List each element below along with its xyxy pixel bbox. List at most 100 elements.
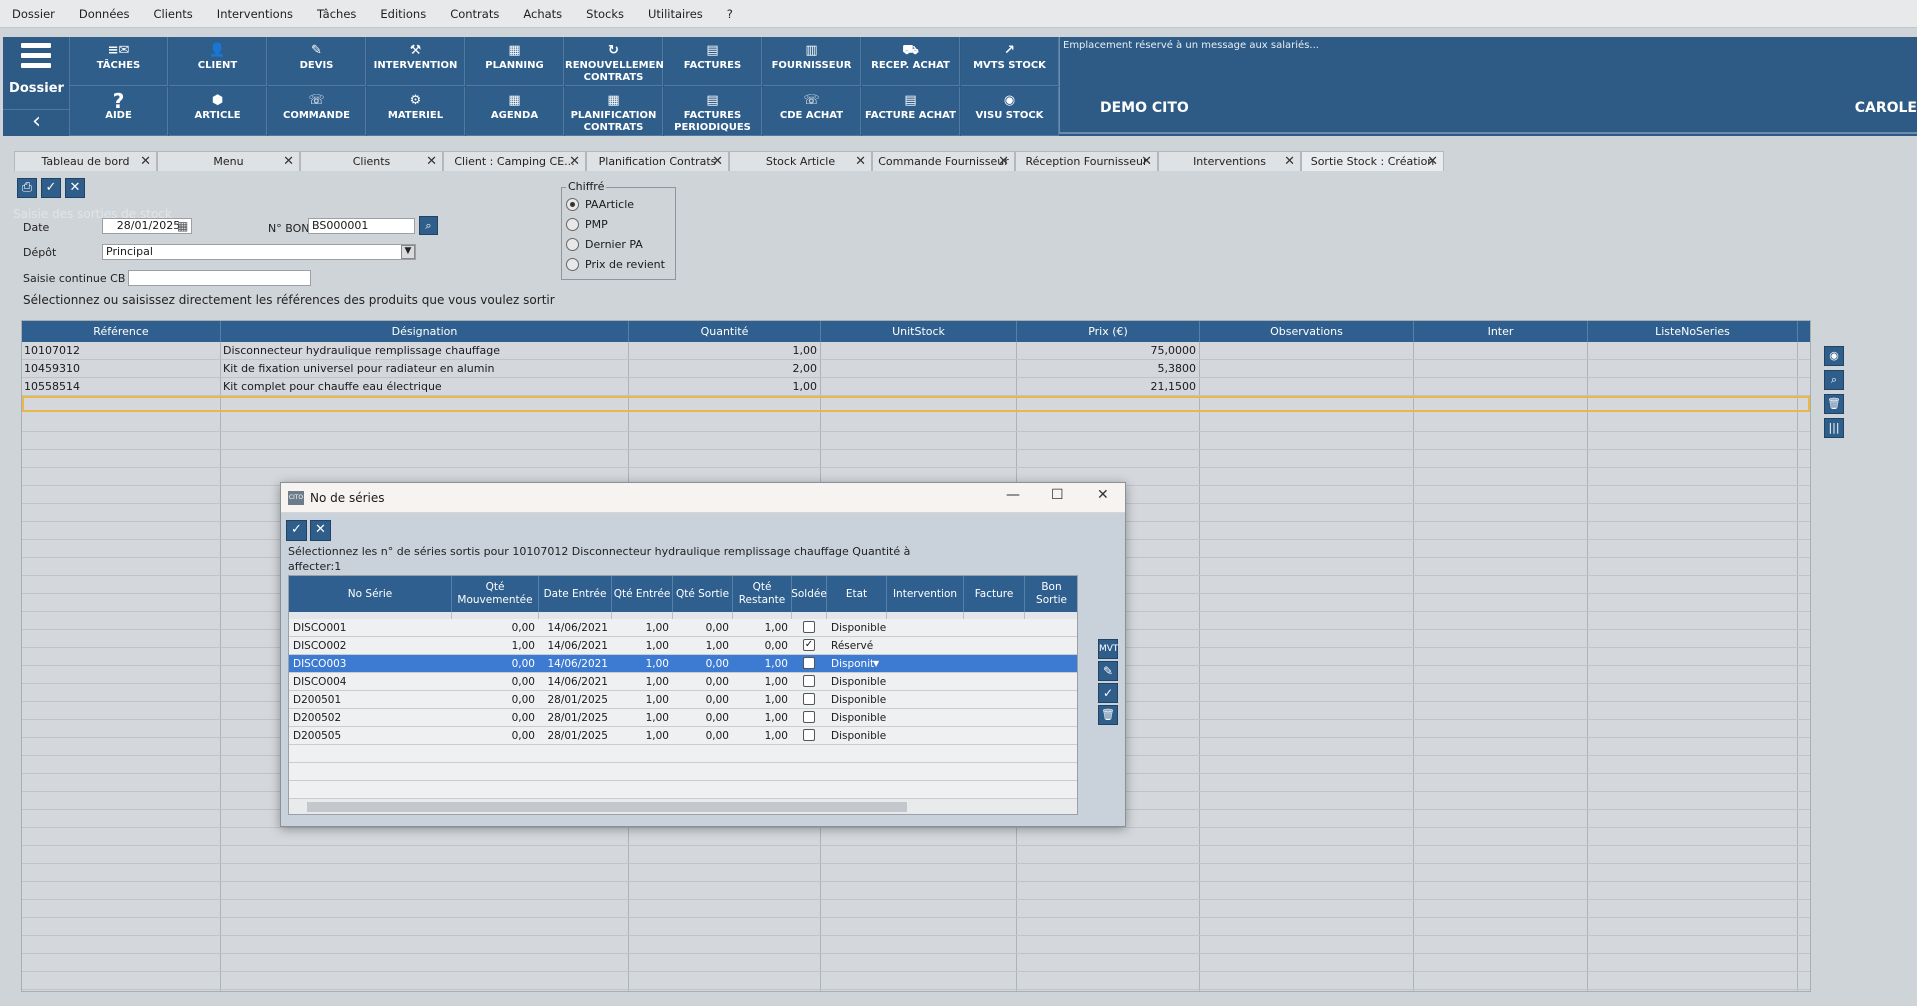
minimize-icon[interactable]: —	[1006, 487, 1020, 503]
menu-item[interactable]: Tâches	[317, 7, 356, 21]
serial-cell[interactable]: 1,00	[616, 637, 669, 655]
edit-icon[interactable]: ✎	[1098, 661, 1118, 681]
table-cell[interactable]	[823, 360, 1013, 378]
depot-select[interactable]: Principal	[102, 244, 416, 260]
tab[interactable]: Interventions ✕	[1158, 151, 1301, 171]
serial-cell[interactable]: DISCO002	[293, 637, 448, 655]
column-header[interactable]: Bon Sortie	[1025, 576, 1077, 612]
serial-cell[interactable]: 1,00	[737, 727, 788, 745]
checkbox-icon[interactable]	[803, 621, 815, 633]
check-icon[interactable]: ✓	[1098, 683, 1118, 703]
menu-item[interactable]: Clients	[154, 7, 193, 21]
checked-checkbox-icon[interactable]: ✓	[803, 639, 815, 651]
serial-cell[interactable]: 14/06/2021	[543, 673, 608, 691]
toolbar-button[interactable]: ☏ COMMANDE	[268, 87, 366, 136]
checkbox-icon[interactable]	[803, 675, 815, 687]
serial-cell[interactable]: D200501	[293, 691, 448, 709]
checkbox-icon[interactable]	[803, 693, 815, 705]
menu-item[interactable]: Contrats	[450, 7, 499, 21]
column-header[interactable]: Inter	[1414, 321, 1588, 342]
tab[interactable]: Stock Article ✕	[729, 151, 872, 171]
serial-cell[interactable]: 1,00	[616, 655, 669, 673]
serial-row[interactable]: DISCO002 1,00 14/06/2021 1,00 1,00 0,00 ✓ Réser…	[289, 637, 1077, 655]
table-row[interactable]	[22, 972, 1810, 990]
tab[interactable]: Clients ✕	[300, 151, 443, 171]
trash-icon[interactable]: 🗑	[1098, 705, 1118, 725]
close-icon[interactable]: ✕	[426, 152, 437, 171]
serial-cell[interactable]: 0,00	[677, 619, 729, 637]
trash-icon[interactable]: 🗑	[1824, 394, 1844, 414]
toolbar-button[interactable]: ☏ CDE ACHAT	[763, 87, 861, 136]
column-header[interactable]: Facture	[964, 576, 1025, 612]
serial-cell[interactable]: 28/01/2025	[543, 709, 608, 727]
toolbar-button[interactable]: ▦ PLANIFICATION CONTRATS	[565, 87, 663, 136]
serial-cell[interactable]: 0,00	[737, 637, 788, 655]
table-cell[interactable]: 2,00	[631, 360, 818, 378]
table-cell[interactable]: Kit complet pour chauffe eau électrique	[223, 378, 625, 396]
maximize-icon[interactable]: ☐	[1051, 487, 1064, 503]
bon-number-field[interactable]: BS000001	[308, 218, 415, 234]
close-icon[interactable]: ✕	[1284, 152, 1295, 171]
table-cell[interactable]	[1416, 378, 1584, 396]
close-icon[interactable]: ✕	[140, 152, 151, 171]
toolbar-button[interactable]: ▦ AGENDA	[466, 87, 564, 136]
serial-cell[interactable]: 1,00	[616, 691, 669, 709]
menu-item[interactable]: Achats	[523, 7, 562, 21]
table-cell[interactable]	[1590, 360, 1794, 378]
calendar-icon[interactable]: ▦	[177, 219, 188, 233]
serial-row[interactable]: DISCO004 0,00 14/06/2021 1,00 0,00 1,00 Dispon…	[289, 673, 1077, 691]
table-row[interactable]	[22, 396, 1810, 412]
serial-cell[interactable]: 14/06/2021	[543, 655, 608, 673]
table-row[interactable]	[22, 450, 1810, 468]
column-header[interactable]: Qté Sortie	[673, 576, 733, 612]
search-icon[interactable]: ⌕	[1824, 370, 1844, 390]
menu-item[interactable]: Interventions	[217, 7, 293, 21]
serial-row[interactable]: D200505 0,00 28/01/2025 1,00 0,00 1,00 Disponi…	[289, 727, 1077, 745]
toolbar-button[interactable]: ⬢ ARTICLE	[169, 87, 267, 136]
serial-row[interactable]	[289, 781, 1077, 799]
serial-row[interactable]: D200502 0,00 28/01/2025 1,00 0,00 1,00 Disponi…	[289, 709, 1077, 727]
eye-icon[interactable]: ◉	[1824, 346, 1844, 366]
table-row[interactable]	[22, 918, 1810, 936]
column-header[interactable]: Prix (€)	[1017, 321, 1200, 342]
etat-cell[interactable]: Disponible	[831, 673, 886, 691]
column-header[interactable]: Etat	[827, 576, 887, 612]
saisie-cb-field[interactable]	[128, 270, 311, 286]
table-cell[interactable]: 10107012	[24, 342, 217, 360]
close-icon[interactable]: ✕	[1097, 487, 1109, 503]
serial-row[interactable]: D200501 0,00 28/01/2025 1,00 0,00 1,00 Disponi…	[289, 691, 1077, 709]
tab[interactable]: Planification Contrats ✕	[586, 151, 729, 171]
table-row[interactable]	[22, 936, 1810, 954]
serial-cell[interactable]: 0,00	[677, 655, 729, 673]
column-header[interactable]: Intervention	[887, 576, 964, 612]
table-cell[interactable]	[1202, 342, 1410, 360]
checkbox-icon[interactable]	[803, 657, 815, 669]
close-icon[interactable]: ✕	[1141, 152, 1152, 171]
column-header[interactable]: UnitStock	[821, 321, 1017, 342]
serial-cell[interactable]: D200502	[293, 709, 448, 727]
serial-cell[interactable]: 1,00	[737, 673, 788, 691]
serial-cell[interactable]: DISCO001	[293, 619, 448, 637]
serial-cell[interactable]: 14/06/2021	[543, 637, 608, 655]
serial-cell[interactable]: 1,00	[616, 709, 669, 727]
chevron-down-icon[interactable]: ▼	[401, 245, 415, 259]
table-cell[interactable]: 1,00	[631, 342, 818, 360]
serial-cell[interactable]: DISCO004	[293, 673, 448, 691]
menu-item[interactable]: ?	[727, 7, 733, 21]
column-header[interactable]: Qté Restante	[733, 576, 792, 612]
column-header[interactable]: Observations	[1200, 321, 1414, 342]
table-cell[interactable]	[1202, 360, 1410, 378]
serial-cell[interactable]: 1,00	[677, 637, 729, 655]
toolbar-button[interactable]: ⚒ INTERVENTION	[367, 37, 465, 86]
toolbar-button[interactable]: ▤ FACTURES PERIODIQUES	[664, 87, 762, 136]
chiffre-radio[interactable]: PAArticle	[566, 198, 634, 211]
serial-cell[interactable]: 1,00	[616, 673, 669, 691]
column-header[interactable]: Quantité	[629, 321, 821, 342]
table-cell[interactable]	[1416, 360, 1584, 378]
column-header[interactable]: Désignation	[221, 321, 629, 342]
table-row[interactable]	[22, 414, 1810, 432]
tab[interactable]: Menu ✕	[157, 151, 300, 171]
table-row[interactable]	[22, 882, 1810, 900]
toolbar-button[interactable]: ▦ PLANNING	[466, 37, 564, 86]
serial-cell[interactable]: 1,00	[737, 691, 788, 709]
